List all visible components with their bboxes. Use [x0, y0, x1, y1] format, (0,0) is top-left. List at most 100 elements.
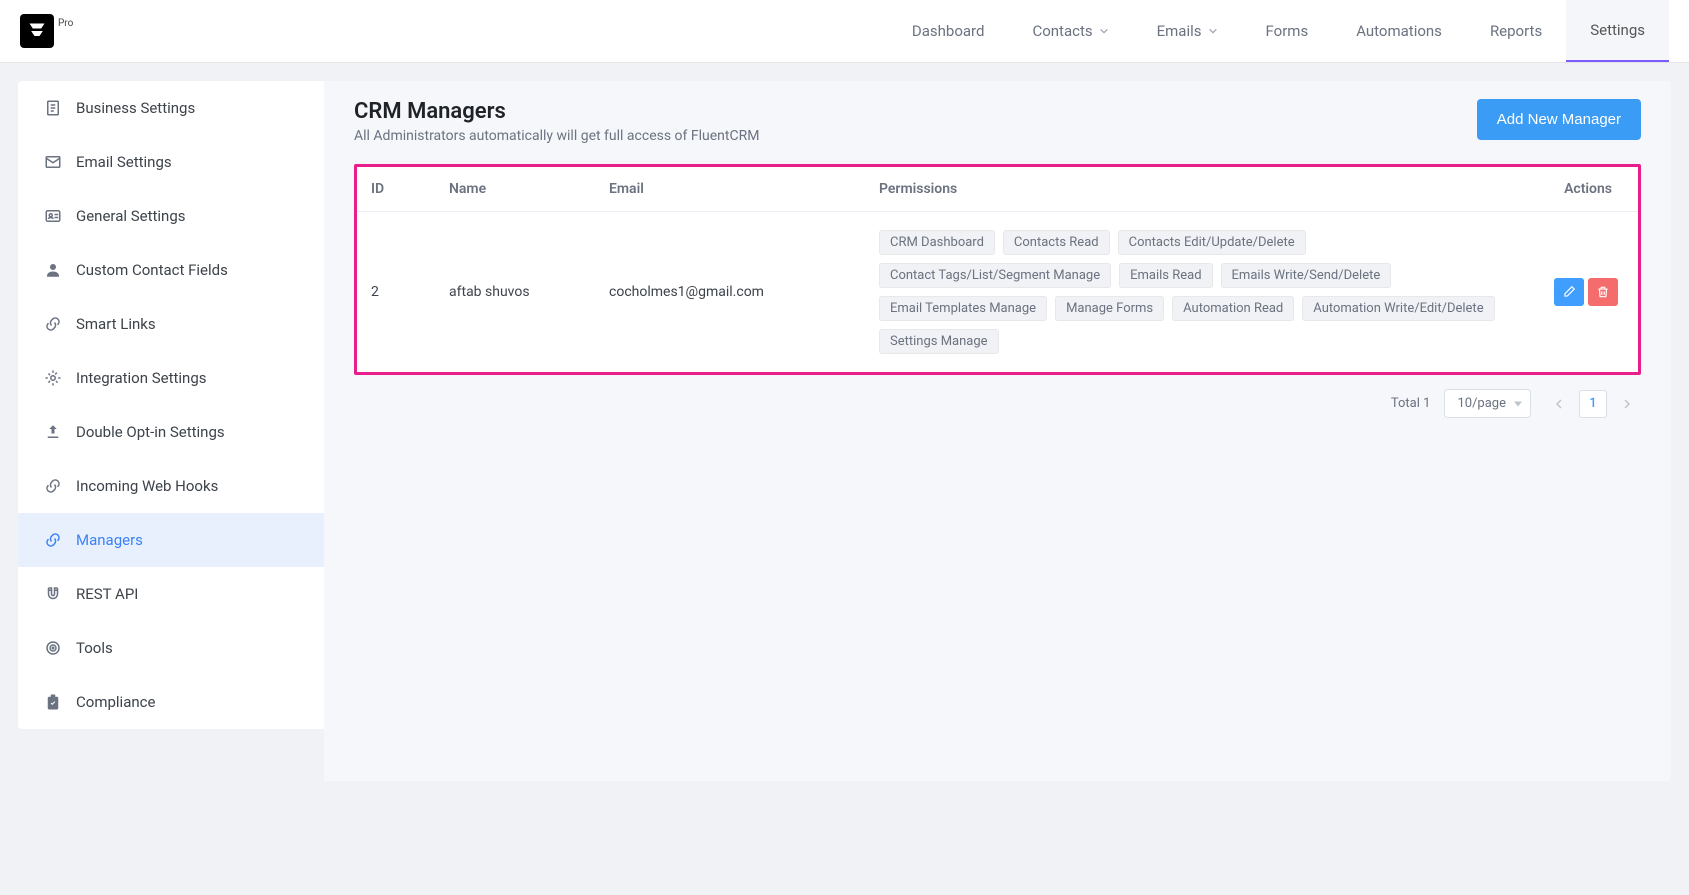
logo-icon [20, 14, 54, 48]
page-title: CRM Managers [354, 99, 759, 124]
sidebar-item-email-settings[interactable]: Email Settings [18, 135, 324, 189]
sidebar-item-label: REST API [76, 585, 138, 603]
cell-id: 2 [357, 212, 437, 373]
sidebar-item-custom-contact-fields[interactable]: Custom Contact Fields [18, 243, 324, 297]
sidebar-item-label: Custom Contact Fields [76, 261, 228, 279]
pagination: Total 1 10/page 1 [354, 389, 1641, 418]
trash-icon [1596, 285, 1610, 299]
nav-reports[interactable]: Reports [1466, 0, 1566, 62]
link-icon [44, 315, 62, 333]
pencil-icon [1562, 285, 1576, 299]
sidebar-item-tools[interactable]: Tools [18, 621, 324, 675]
permission-tag: Automation Write/Edit/Delete [1302, 296, 1494, 321]
nav-label: Automations [1356, 22, 1442, 40]
nav-forms[interactable]: Forms [1242, 0, 1333, 62]
sidebar-item-business-settings[interactable]: Business Settings [18, 81, 324, 135]
sidebar-item-rest-api[interactable]: REST API [18, 567, 324, 621]
sidebar-item-label: Email Settings [76, 153, 172, 171]
clipboard-check-icon [44, 693, 62, 711]
chevron-left-icon [1553, 398, 1565, 410]
sidebar-item-label: Smart Links [76, 315, 156, 333]
gear-icon [44, 369, 62, 387]
upload-icon [44, 423, 62, 441]
mail-icon [44, 153, 62, 171]
prev-page-button[interactable] [1545, 390, 1573, 418]
id-card-icon [44, 207, 62, 225]
cell-email: cocholmes1@gmail.com [597, 212, 867, 373]
sidebar-item-label: General Settings [76, 207, 186, 225]
sidebar-item-smart-links[interactable]: Smart Links [18, 297, 324, 351]
nav-contacts[interactable]: Contacts [1008, 0, 1132, 62]
page-number[interactable]: 1 [1579, 390, 1607, 418]
sidebar-item-label: Business Settings [76, 99, 195, 117]
sidebar-item-label: Managers [76, 531, 143, 549]
nav-label: Emails [1157, 22, 1202, 40]
permission-tag: Contacts Edit/Update/Delete [1118, 230, 1306, 255]
target-icon [44, 639, 62, 657]
cell-permissions: CRM Dashboard Contacts Read Contacts Edi… [867, 212, 1528, 373]
sidebar-item-integration-settings[interactable]: Integration Settings [18, 351, 324, 405]
topnav: Dashboard Contacts Emails Forms Automati… [888, 0, 1669, 62]
sidebar-item-general-settings[interactable]: General Settings [18, 189, 324, 243]
nav-automations[interactable]: Automations [1332, 0, 1466, 62]
delete-button[interactable] [1588, 278, 1618, 306]
th-name: Name [437, 167, 597, 212]
permission-tag: Contact Tags/List/Segment Manage [879, 263, 1111, 288]
sidebar-item-compliance[interactable]: Compliance [18, 675, 324, 729]
link-icon [44, 531, 62, 549]
nav-label: Reports [1490, 22, 1542, 40]
sidebar: Business Settings Email Settings General… [18, 81, 324, 729]
th-permissions: Permissions [867, 167, 1528, 212]
sidebar-item-managers[interactable]: Managers [18, 513, 324, 567]
document-icon [44, 99, 62, 117]
table-row: 2 aftab shuvos cocholmes1@gmail.com CRM … [357, 212, 1638, 373]
nav-label: Contacts [1032, 22, 1092, 40]
chevron-down-icon [1099, 26, 1109, 36]
sidebar-item-double-optin[interactable]: Double Opt-in Settings [18, 405, 324, 459]
page-size-value: 10/page [1457, 396, 1506, 411]
permission-tag: Contacts Read [1003, 230, 1110, 255]
link-icon [44, 477, 62, 495]
chevron-down-icon [1208, 26, 1218, 36]
edit-button[interactable] [1554, 278, 1584, 306]
main-content: CRM Managers All Administrators automati… [324, 81, 1671, 781]
topbar: Pro Dashboard Contacts Emails Forms Auto… [0, 0, 1689, 63]
cell-name: aftab shuvos [437, 212, 597, 373]
next-page-button[interactable] [1613, 390, 1641, 418]
permission-tags: CRM Dashboard Contacts Read Contacts Edi… [879, 230, 1516, 354]
layout: Business Settings Email Settings General… [0, 63, 1689, 799]
th-actions: Actions [1528, 167, 1638, 212]
th-id: ID [357, 167, 437, 212]
managers-table-highlight: ID Name Email Permissions Actions 2 afta… [354, 164, 1641, 375]
nav-emails[interactable]: Emails [1133, 0, 1242, 62]
user-icon [44, 261, 62, 279]
nav-dashboard[interactable]: Dashboard [888, 0, 1009, 62]
permission-tag: CRM Dashboard [879, 230, 995, 255]
permission-tag: Emails Read [1119, 263, 1212, 288]
sidebar-item-webhooks[interactable]: Incoming Web Hooks [18, 459, 324, 513]
chevron-right-icon [1621, 398, 1633, 410]
total-label: Total 1 [1391, 396, 1431, 411]
sidebar-item-label: Integration Settings [76, 369, 206, 387]
sidebar-item-label: Incoming Web Hooks [76, 477, 218, 495]
th-email: Email [597, 167, 867, 212]
permission-tag: Automation Read [1172, 296, 1294, 321]
add-new-manager-button[interactable]: Add New Manager [1477, 99, 1641, 140]
nav-settings[interactable]: Settings [1566, 0, 1669, 62]
logo[interactable]: Pro [20, 14, 73, 48]
page-size-select[interactable]: 10/page [1444, 389, 1531, 418]
nav-label: Dashboard [912, 22, 985, 40]
logo-badge: Pro [58, 18, 73, 29]
sidebar-item-label: Compliance [76, 693, 155, 711]
nav-label: Forms [1266, 22, 1309, 40]
magnet-icon [44, 585, 62, 603]
cell-actions [1528, 212, 1638, 373]
sidebar-item-label: Tools [76, 639, 113, 657]
managers-table: ID Name Email Permissions Actions 2 afta… [357, 167, 1638, 372]
pager: 1 [1545, 390, 1641, 418]
page-subtitle: All Administrators automatically will ge… [354, 128, 759, 144]
table-header-row: ID Name Email Permissions Actions [357, 167, 1638, 212]
permission-tag: Emails Write/Send/Delete [1221, 263, 1392, 288]
permission-tag: Settings Manage [879, 329, 999, 354]
page-header: CRM Managers All Administrators automati… [354, 99, 1641, 144]
